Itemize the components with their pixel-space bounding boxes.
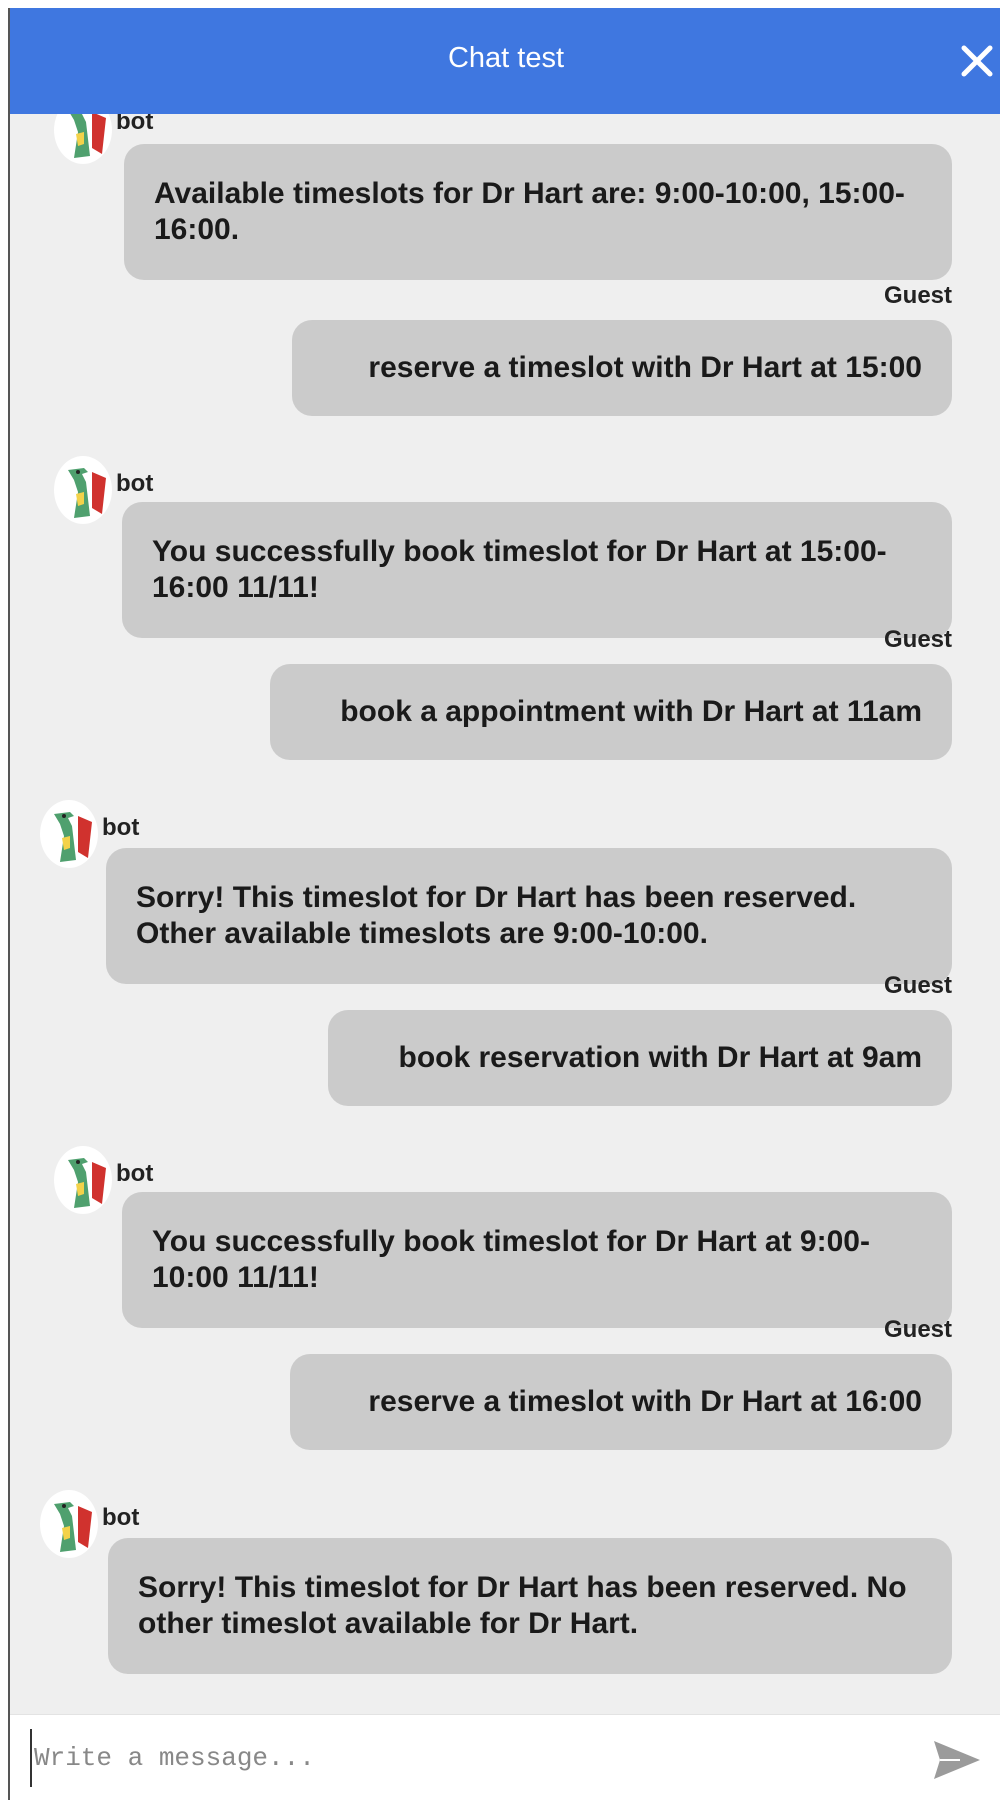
send-button[interactable] bbox=[930, 1735, 984, 1785]
bot-avatar bbox=[54, 456, 112, 524]
user-message-bubble: reserve a timeslot with Dr Hart at 16:00 bbox=[290, 1354, 952, 1450]
dragon-avatar-icon bbox=[68, 1158, 106, 1208]
message-text: Sorry! This timeslot for Dr Hart has bee… bbox=[136, 881, 857, 950]
close-button[interactable] bbox=[950, 34, 1000, 86]
message-sender: bot bbox=[116, 1160, 154, 1187]
message-text: reserve a timeslot with Dr Hart at 16:00 bbox=[368, 1385, 922, 1418]
message-sender: Guest bbox=[883, 282, 952, 309]
dragon-avatar-icon bbox=[68, 468, 106, 518]
bot-message-bubble: You successfully book timeslot for Dr Ha… bbox=[122, 502, 952, 638]
user-message-bubble: book reservation with Dr Hart at 9am bbox=[328, 1010, 952, 1106]
message-text: Available timeslots for Dr Hart are: 9:0… bbox=[154, 177, 905, 246]
bot-avatar bbox=[40, 1490, 98, 1558]
message-input[interactable] bbox=[30, 1729, 910, 1787]
bot-avatar bbox=[40, 800, 98, 868]
message-sender: bot bbox=[102, 814, 140, 841]
bot-avatar bbox=[54, 114, 112, 164]
bot-avatar bbox=[54, 1146, 112, 1214]
message-sender: Guest bbox=[883, 626, 952, 653]
message-sender: Guest bbox=[883, 972, 952, 999]
message-text: reserve a timeslot with Dr Hart at 15:00 bbox=[368, 351, 922, 384]
message-text: book a appointment with Dr Hart at 11am bbox=[340, 695, 922, 728]
bot-message-bubble: Sorry! This timeslot for Dr Hart has bee… bbox=[108, 1538, 952, 1674]
chat-title: Chat test bbox=[447, 42, 565, 74]
message-sender: bot bbox=[102, 1504, 140, 1531]
user-message-bubble: book a appointment with Dr Hart at 11am bbox=[270, 664, 952, 760]
message-text: Sorry! This timeslot for Dr Hart has bee… bbox=[138, 1571, 907, 1640]
message-text: You successfully book timeslot for Dr Ha… bbox=[152, 1225, 870, 1294]
message-sender: Guest bbox=[883, 1316, 952, 1343]
chat-window: Chat test bot Available timeslots for Dr… bbox=[8, 8, 1000, 1800]
user-message-bubble: reserve a timeslot with Dr Hart at 15:00 bbox=[292, 320, 952, 416]
message-sender: bot bbox=[116, 470, 154, 497]
message-sender: bot bbox=[116, 114, 154, 135]
message-text: book reservation with Dr Hart at 9am bbox=[398, 1041, 922, 1074]
send-icon bbox=[934, 1741, 980, 1779]
bot-message-bubble: Available timeslots for Dr Hart are: 9:0… bbox=[124, 144, 952, 280]
close-icon bbox=[961, 45, 993, 77]
message-text: You successfully book timeslot for Dr Ha… bbox=[152, 535, 887, 604]
dragon-avatar-icon bbox=[70, 114, 106, 158]
chat-header: Chat test bbox=[10, 8, 1000, 114]
dragon-avatar-icon bbox=[54, 1502, 92, 1552]
bot-message-bubble: You successfully book timeslot for Dr Ha… bbox=[122, 1192, 952, 1328]
message-list[interactable]: bot Available timeslots for Dr Hart are:… bbox=[10, 114, 1000, 1714]
dragon-avatar-icon bbox=[54, 812, 92, 862]
message-composer bbox=[10, 1714, 1000, 1800]
bot-message-bubble: Sorry! This timeslot for Dr Hart has bee… bbox=[106, 848, 952, 984]
